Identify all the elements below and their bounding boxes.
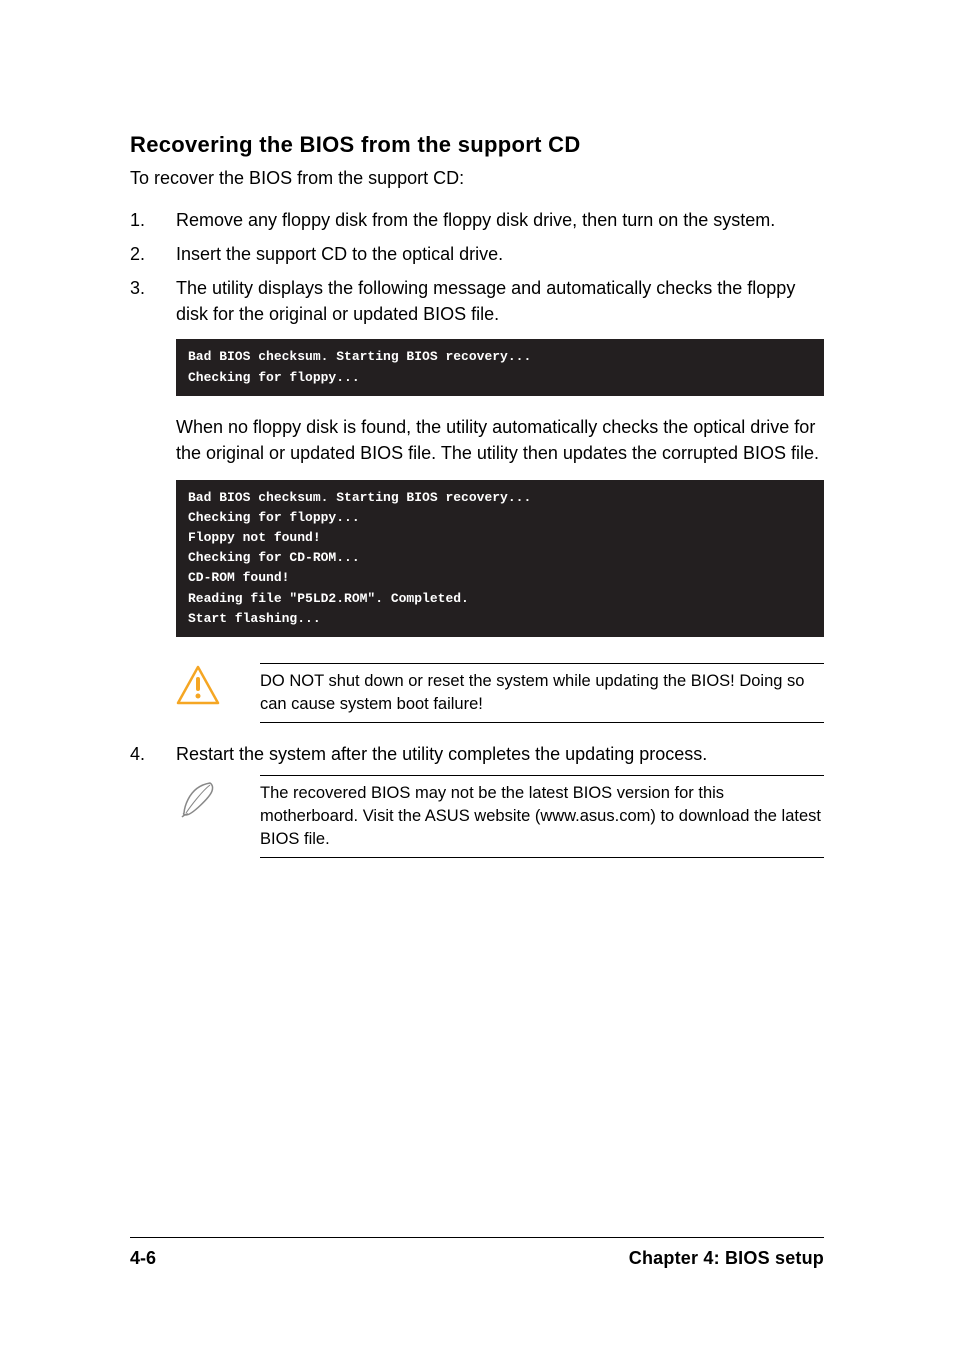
step-text: The utility displays the following messa…: [176, 275, 824, 327]
intro-text: To recover the BIOS from the support CD:: [130, 168, 824, 189]
step-number: 2.: [130, 241, 176, 267]
step-text: Remove any floppy disk from the floppy d…: [176, 207, 824, 233]
step-number: 3.: [130, 275, 176, 655]
step-text: Insert the support CD to the optical dri…: [176, 241, 824, 267]
step-number: 4.: [130, 741, 176, 767]
page-footer: 4-6 Chapter 4: BIOS setup: [130, 1237, 824, 1269]
list-item: 2. Insert the support CD to the optical …: [130, 241, 824, 267]
code-block: Bad BIOS checksum. Starting BIOS recover…: [176, 339, 824, 395]
list-item: 1. Remove any floppy disk from the flopp…: [130, 207, 824, 233]
warning-callout: DO NOT shut down or reset the system whi…: [176, 663, 824, 723]
paragraph: When no floppy disk is found, the utilit…: [176, 414, 824, 466]
step-text: Restart the system after the utility com…: [176, 741, 824, 767]
note-text: The recovered BIOS may not be the latest…: [260, 775, 824, 858]
steps-list-continued: 4. Restart the system after the utility …: [130, 741, 824, 767]
warning-icon: [176, 663, 220, 710]
steps-list: 1. Remove any floppy disk from the flopp…: [130, 207, 824, 655]
note-callout: The recovered BIOS may not be the latest…: [176, 775, 824, 858]
list-item: 3. The utility displays the following me…: [130, 275, 824, 655]
page-number: 4-6: [130, 1248, 156, 1269]
note-icon: [176, 775, 220, 826]
section-heading: Recovering the BIOS from the support CD: [130, 132, 824, 158]
list-item: 4. Restart the system after the utility …: [130, 741, 824, 767]
code-block: Bad BIOS checksum. Starting BIOS recover…: [176, 480, 824, 637]
chapter-label: Chapter 4: BIOS setup: [629, 1248, 824, 1269]
step-number: 1.: [130, 207, 176, 233]
warning-text: DO NOT shut down or reset the system whi…: [260, 663, 824, 723]
